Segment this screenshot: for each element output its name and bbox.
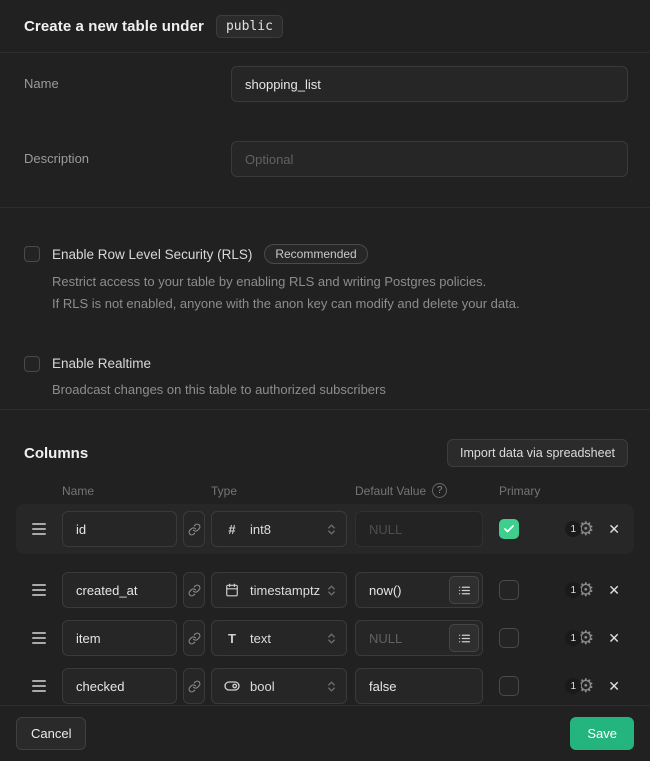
- recommended-badge: Recommended: [264, 244, 367, 264]
- dialog-header: Create a new table under public: [0, 0, 650, 53]
- column-type-select[interactable]: bool: [211, 668, 347, 704]
- schema-badge: public: [216, 15, 283, 38]
- column-settings-button[interactable]: 1 ⚙: [565, 581, 594, 600]
- foreign-key-link-icon[interactable]: [183, 668, 205, 704]
- header-default-value: Default Value: [355, 484, 426, 498]
- toggle-icon: [223, 678, 241, 694]
- save-button[interactable]: Save: [570, 717, 634, 750]
- foreign-key-link-icon[interactable]: [183, 511, 205, 547]
- rls-label: Enable Row Level Security (RLS): [52, 247, 252, 262]
- column-settings-button[interactable]: 1 ⚙: [565, 629, 594, 648]
- header-type: Type: [211, 484, 347, 498]
- rls-group: Enable Row Level Security (RLS) Recommen…: [24, 244, 626, 316]
- columns-section: Columns Import data via spreadsheet Name…: [0, 410, 650, 706]
- column-name-input[interactable]: [62, 572, 177, 608]
- drag-handle-icon[interactable]: [24, 685, 54, 687]
- rls-checkbox[interactable]: [24, 246, 40, 262]
- column-settings-button[interactable]: 1 ⚙: [565, 677, 594, 696]
- remove-column-icon[interactable]: ✕: [608, 521, 620, 538]
- table-info-section: Name Description: [0, 53, 650, 208]
- column-default-input: [355, 511, 483, 547]
- table-name-input[interactable]: [231, 66, 628, 102]
- column-settings-button[interactable]: 1 ⚙: [565, 520, 594, 539]
- realtime-group: Enable Realtime Broadcast changes on thi…: [24, 356, 626, 401]
- dialog-title: Create a new table under: [24, 18, 204, 35]
- default-value-menu-icon[interactable]: [449, 624, 479, 652]
- realtime-label: Enable Realtime: [52, 356, 151, 371]
- options-section: Enable Row Level Security (RLS) Recommen…: [0, 208, 650, 410]
- name-label: Name: [24, 66, 231, 102]
- column-row-item: T text 1 ⚙ ✕: [16, 617, 634, 659]
- columns-rows: # int8 1 ⚙ ✕: [16, 504, 634, 707]
- remove-column-icon[interactable]: ✕: [608, 582, 620, 599]
- primary-checkbox[interactable]: [499, 519, 519, 539]
- calendar-icon: [223, 583, 241, 597]
- rls-description: Restrict access to your table by enablin…: [52, 271, 626, 316]
- columns-title: Columns: [24, 445, 88, 462]
- header-primary: Primary: [499, 484, 540, 498]
- realtime-description: Broadcast changes on this table to autho…: [52, 379, 626, 401]
- column-row-id: # int8 1 ⚙ ✕: [16, 504, 634, 554]
- column-type-select[interactable]: # int8: [211, 511, 347, 547]
- column-name-input[interactable]: [62, 620, 177, 656]
- column-default-input[interactable]: [355, 668, 483, 704]
- dialog-footer: Cancel Save: [0, 706, 650, 761]
- drag-handle-icon[interactable]: [24, 637, 54, 639]
- import-spreadsheet-button[interactable]: Import data via spreadsheet: [447, 439, 628, 467]
- column-type-select[interactable]: timestamptz: [211, 572, 347, 608]
- help-icon[interactable]: ?: [432, 483, 447, 498]
- remove-column-icon[interactable]: ✕: [608, 630, 620, 647]
- cancel-button[interactable]: Cancel: [16, 717, 86, 750]
- chevrons-up-down-icon: [325, 680, 338, 693]
- column-row-checked: bool 1 ⚙ ✕: [16, 665, 634, 707]
- header-name: Name: [62, 484, 177, 498]
- column-row-created-at: timestamptz 1 ⚙ ✕: [16, 569, 634, 611]
- table-description-input[interactable]: [231, 141, 628, 177]
- column-name-input[interactable]: [62, 511, 177, 547]
- hash-icon: #: [223, 522, 241, 537]
- foreign-key-link-icon[interactable]: [183, 620, 205, 656]
- primary-checkbox[interactable]: [499, 628, 519, 648]
- description-label: Description: [24, 141, 231, 177]
- chevrons-up-down-icon: [325, 584, 338, 597]
- primary-checkbox[interactable]: [499, 676, 519, 696]
- columns-grid-header: Name Type Default Value ? Primary: [16, 483, 634, 498]
- remove-column-icon[interactable]: ✕: [608, 678, 620, 695]
- column-name-input[interactable]: [62, 668, 177, 704]
- drag-handle-icon[interactable]: [24, 528, 54, 530]
- realtime-checkbox[interactable]: [24, 356, 40, 372]
- text-type-icon: T: [223, 631, 241, 646]
- chevrons-up-down-icon: [325, 632, 338, 645]
- foreign-key-link-icon[interactable]: [183, 572, 205, 608]
- chevrons-up-down-icon: [325, 523, 338, 536]
- column-type-select[interactable]: T text: [211, 620, 347, 656]
- default-value-menu-icon[interactable]: [449, 576, 479, 604]
- drag-handle-icon[interactable]: [24, 589, 54, 591]
- primary-checkbox[interactable]: [499, 580, 519, 600]
